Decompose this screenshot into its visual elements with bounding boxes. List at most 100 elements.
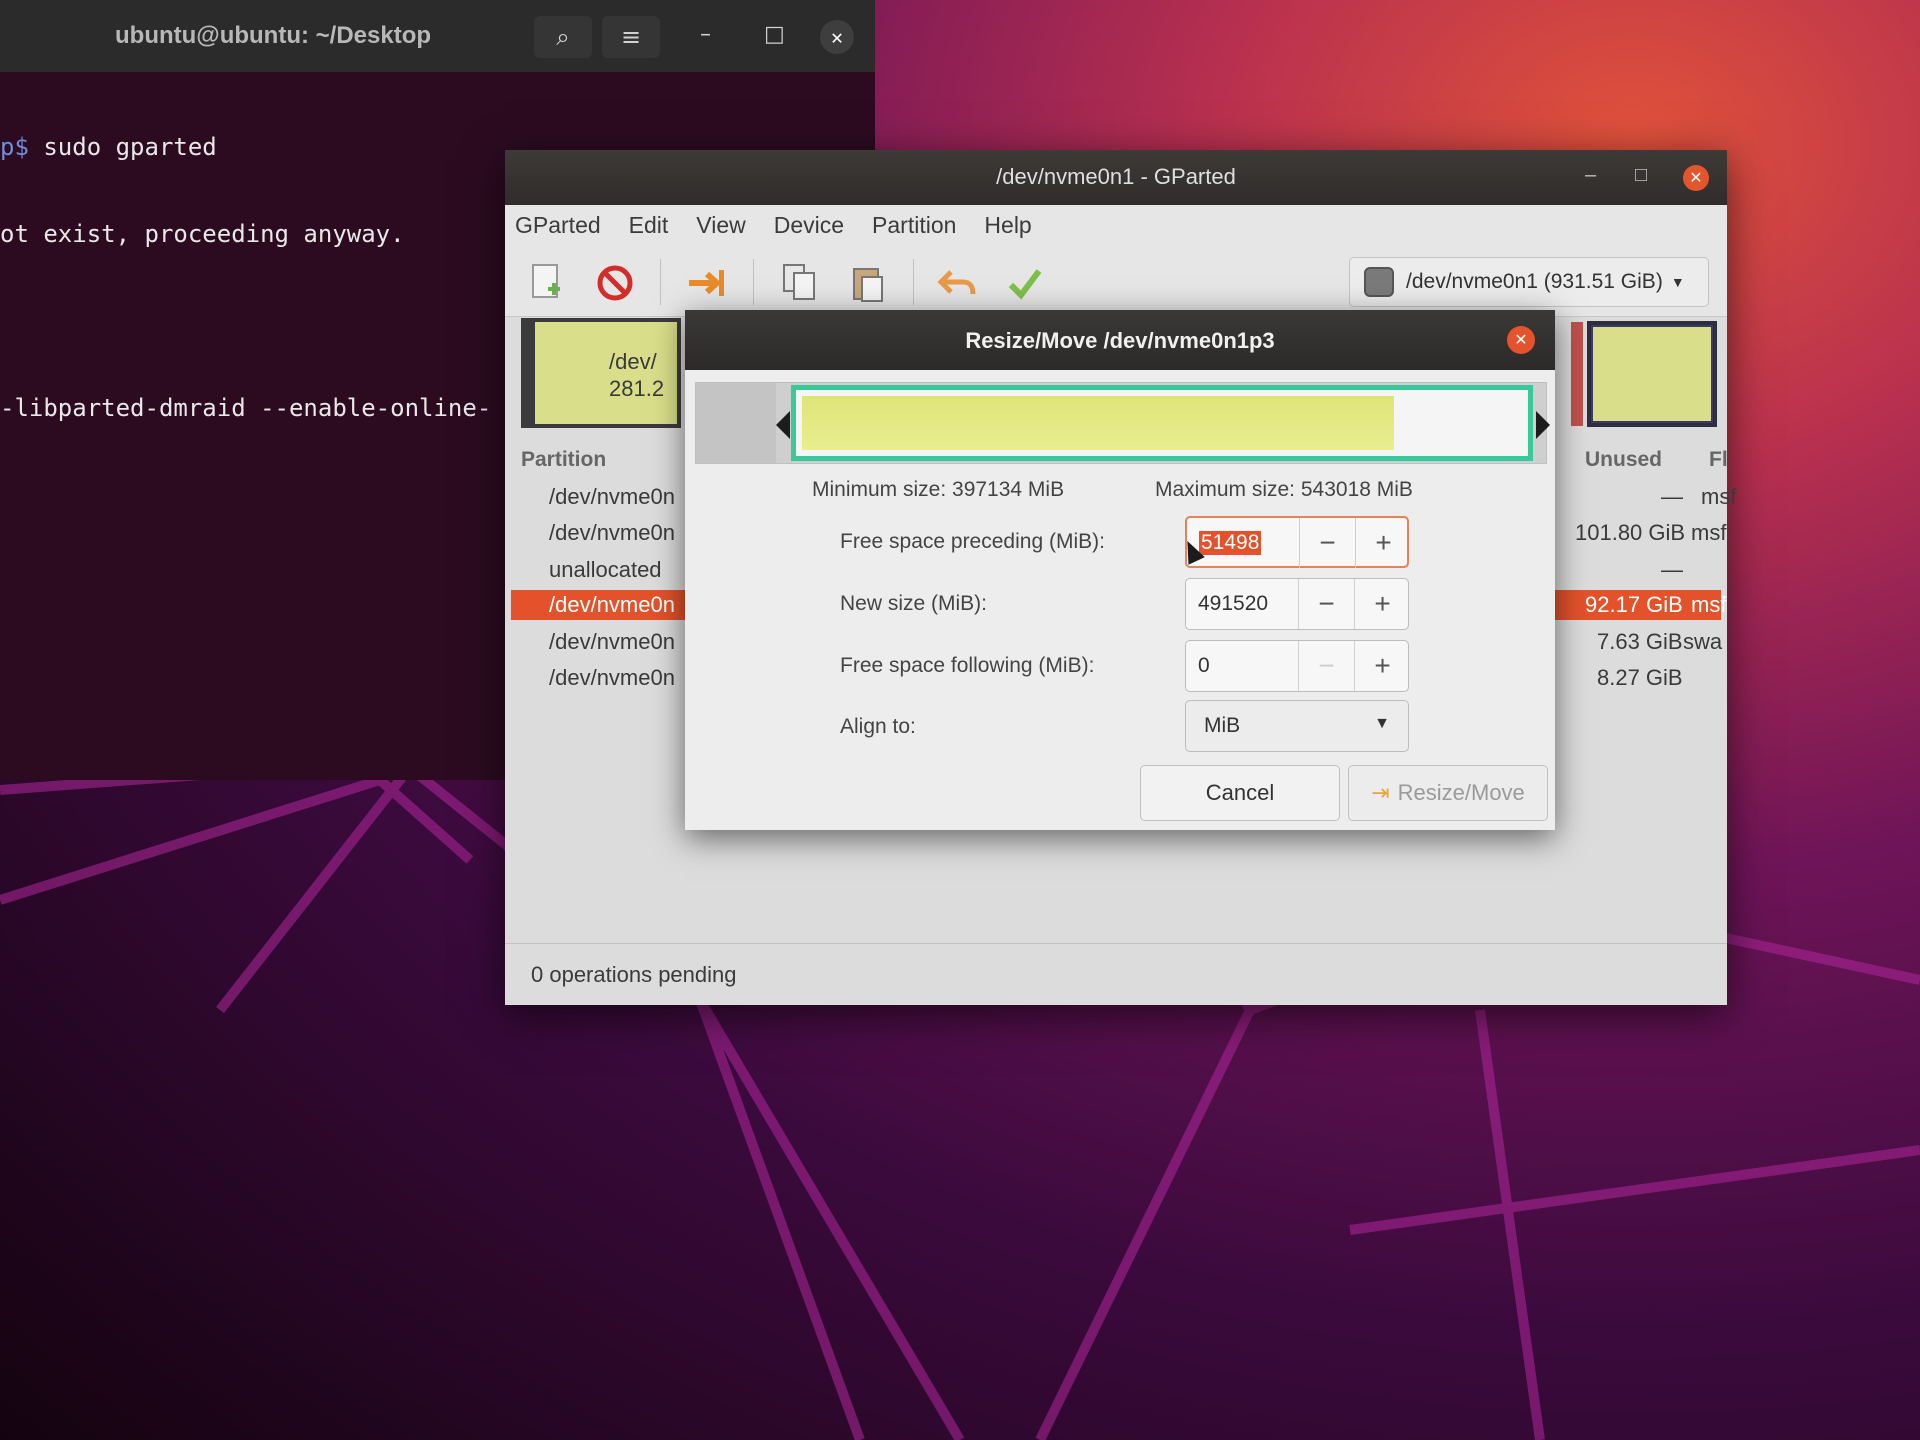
column-flags[interactable]: Fl: [1709, 448, 1728, 472]
resize-right-handle-icon[interactable]: [1536, 411, 1550, 439]
free-space-preceding-label: Free space preceding (MiB):: [840, 530, 1105, 553]
menubar: GParted Edit View Device Partition Help: [505, 205, 1727, 245]
unused-value: 7.63 GiB: [1597, 629, 1683, 654]
maximum-size: Maximum size: 543018 MiB: [1155, 478, 1413, 501]
new-icon[interactable]: [527, 263, 567, 303]
cancel-button[interactable]: Cancel: [1140, 765, 1340, 821]
toolbar-separator: [753, 259, 754, 305]
decrement-button[interactable]: −: [1298, 641, 1354, 691]
partition-name: /dev/nvme0n: [549, 520, 675, 545]
partition-frame[interactable]: [791, 385, 1533, 461]
unused-value: 101.80 GiB: [1575, 520, 1686, 545]
partition-resizer[interactable]: [695, 382, 1550, 464]
free-space-preceding-spinner[interactable]: 51498 − +: [1185, 516, 1409, 568]
device-label: /dev/nvme0n1 (931.51 GiB): [1406, 270, 1663, 293]
partition-block[interactable]: /dev/ 281.2: [521, 318, 681, 428]
drive-icon: [1364, 267, 1394, 297]
unused-value: —: [1661, 484, 1683, 509]
partition-block[interactable]: [1587, 321, 1717, 427]
partition-block-size: 281.2: [609, 376, 665, 401]
partition-name: /dev/nvme0n: [549, 629, 675, 654]
unused-value: 8.27 GiB: [1597, 665, 1683, 690]
new-size-label: New size (MiB):: [840, 592, 988, 615]
partition-name: /dev/nvme0n: [549, 592, 675, 617]
desktop: { "terminal": { "title": "ubuntu@ubuntu:…: [0, 0, 1920, 1440]
close-icon[interactable]: ✕: [820, 20, 854, 54]
align-to-label: Align to:: [840, 715, 916, 738]
close-icon[interactable]: ✕: [1507, 326, 1535, 354]
copy-icon[interactable]: [780, 263, 820, 303]
flags-value: msf: [1701, 484, 1737, 509]
unused-value: 92.17 GiB: [1585, 592, 1683, 617]
flags-value: msf: [1691, 592, 1727, 617]
menu-device[interactable]: Device: [774, 212, 844, 239]
menu-edit[interactable]: Edit: [629, 212, 669, 239]
terminal-line: -libparted-dmraid --enable-online-: [0, 394, 492, 422]
close-icon[interactable]: ✕: [1683, 165, 1709, 191]
terminal-line: p$ sudo gparted: [0, 133, 491, 162]
toolbar-separator: [660, 259, 661, 305]
align-to-value: MiB: [1204, 714, 1241, 737]
free-space-following-label: Free space following (MiB):: [840, 654, 1095, 677]
resize-move-icon: ⇥: [1371, 780, 1390, 805]
gparted-titlebar[interactable]: /dev/nvme0n1 - GParted – □ ✕: [505, 150, 1727, 205]
device-selector[interactable]: /dev/nvme0n1 (931.51 GiB) ▼: [1349, 257, 1709, 307]
new-size-input[interactable]: 491520: [1198, 592, 1268, 616]
terminal-line: ot exist, proceeding anyway.: [0, 220, 405, 248]
prompt: p$: [0, 133, 29, 161]
maximize-icon[interactable]: □: [764, 22, 785, 47]
partition-block-name: /dev/: [609, 349, 657, 374]
search-icon[interactable]: ⌕: [534, 16, 592, 58]
dialog-titlebar[interactable]: Resize/Move /dev/nvme0n1p3 ✕: [685, 310, 1555, 370]
free-space-following-spinner[interactable]: 0 − +: [1185, 640, 1409, 692]
terminal-titlebar[interactable]: ubuntu@ubuntu: ~/Desktop ⌕ ≡ – □ ✕: [0, 0, 875, 72]
decrement-button[interactable]: −: [1298, 579, 1354, 629]
window-title: /dev/nvme0n1 - GParted: [996, 164, 1236, 189]
paste-icon[interactable]: [848, 263, 888, 303]
partition-name: unallocated: [549, 557, 662, 582]
chevron-down-icon: ▼: [1670, 274, 1685, 290]
chevron-down-icon: ▼: [1374, 715, 1390, 732]
flags-value: swa: [1683, 629, 1723, 654]
increment-button[interactable]: +: [1354, 641, 1410, 691]
used-space-fill: [802, 396, 1394, 450]
column-partition[interactable]: Partition: [521, 448, 606, 472]
maximize-icon[interactable]: □: [1635, 164, 1647, 187]
terminal-title: ubuntu@ubuntu: ~/Desktop: [115, 22, 432, 49]
menu-partition[interactable]: Partition: [872, 212, 956, 239]
toolbar: /dev/nvme0n1 (931.51 GiB) ▼: [505, 245, 1727, 317]
apply-icon[interactable]: [1005, 263, 1045, 303]
resize-move-label: Resize/Move: [1397, 780, 1525, 805]
minimize-icon[interactable]: –: [700, 22, 711, 47]
decrement-button[interactable]: −: [1299, 518, 1355, 568]
new-size-spinner[interactable]: 491520 − +: [1185, 578, 1409, 630]
increment-button[interactable]: +: [1354, 579, 1410, 629]
free-space-following-input[interactable]: 0: [1198, 654, 1210, 678]
increment-button[interactable]: +: [1355, 518, 1411, 568]
unused-value: —: [1661, 557, 1683, 582]
menu-view[interactable]: View: [696, 212, 745, 239]
menu-help[interactable]: Help: [984, 212, 1031, 239]
terminal-output: p$ sudo gparted ot exist, proceeding any…: [0, 75, 491, 481]
minimize-icon[interactable]: –: [1585, 164, 1596, 187]
command-text: sudo gparted: [28, 133, 217, 161]
status-bar: 0 operations pending: [505, 943, 1727, 1005]
resize-left-handle-icon[interactable]: [776, 411, 790, 439]
free-space-preceding-input[interactable]: 51498: [1199, 531, 1262, 555]
delete-icon[interactable]: [595, 263, 635, 303]
undo-icon[interactable]: [937, 263, 977, 303]
partition-name: /dev/nvme0n: [549, 665, 675, 690]
menu-icon[interactable]: ≡: [602, 16, 660, 58]
dialog-title: Resize/Move /dev/nvme0n1p3: [965, 328, 1275, 353]
free-space-preceding-area: [696, 383, 776, 463]
partition-block-selected[interactable]: [1571, 322, 1583, 426]
resize-move-button[interactable]: ⇥ Resize/Move: [1348, 765, 1548, 821]
menu-gparted[interactable]: GParted: [515, 212, 601, 239]
align-to-select[interactable]: MiB ▼: [1185, 700, 1409, 752]
flags-value: msf: [1691, 520, 1727, 545]
column-unused[interactable]: Unused: [1585, 448, 1662, 472]
resize-move-icon[interactable]: [687, 263, 727, 303]
minimum-size: Minimum size: 397134 MiB: [812, 478, 1065, 501]
resize-move-dialog[interactable]: Resize/Move /dev/nvme0n1p3 ✕ Minimum siz…: [685, 310, 1555, 830]
